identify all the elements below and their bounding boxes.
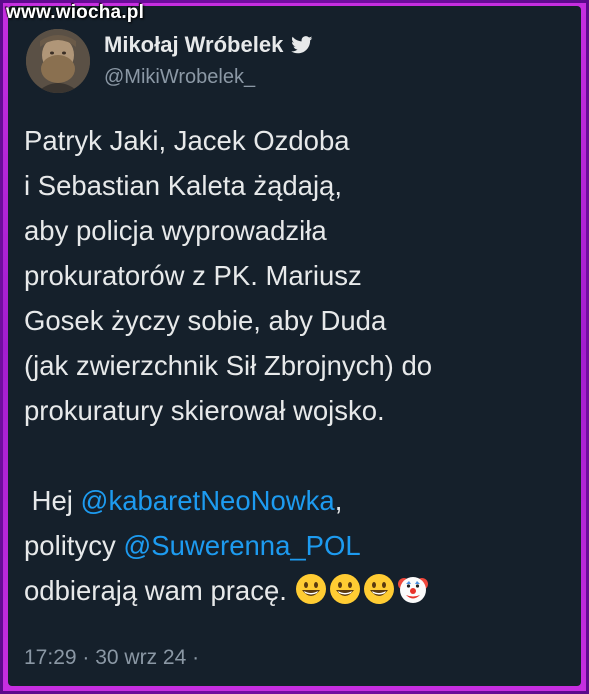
tweet-timestamp[interactable]: 17:29 · 30 wrz 24 ·	[24, 646, 199, 670]
tweet-line: (jak zwierzchnik Sił Zbrojnych) do	[24, 350, 433, 381]
avatar[interactable]	[26, 29, 90, 93]
tweet-body: Patryk Jaki, Jacek Ozdoba i Sebastian Ka…	[24, 118, 569, 613]
tweet-line: Gosek życzy sobie, aby Duda	[24, 305, 387, 336]
tweet-line: prokuratury skierował wojsko.	[24, 395, 385, 426]
grinning-face-emoji	[363, 574, 394, 604]
tweet-text-segment: ,	[334, 485, 343, 516]
site-watermark: www.wiocha.pl	[6, 2, 145, 23]
mention-link-kabaret[interactable]: @kabaretNeoNowka	[81, 485, 335, 516]
tweet-line: prokuratorów z PK. Mariusz	[24, 260, 362, 291]
grinning-face-emoji	[329, 574, 360, 604]
tweet-card: Mikołaj Wróbelek @MikiWrobelek_ Patryk J…	[8, 6, 581, 686]
grinning-face-emoji	[295, 574, 326, 604]
avatar-photo	[26, 29, 90, 93]
twitter-bird-icon	[291, 36, 313, 54]
mention-link-suwerenna[interactable]: @Suwerenna_POL	[123, 530, 360, 561]
tweet-line: aby policja wyprowadziła	[24, 215, 327, 246]
author-display-name-row[interactable]: Mikołaj Wróbelek	[104, 32, 313, 58]
tweet-line: Patryk Jaki, Jacek Ozdoba	[24, 125, 350, 156]
tweet-text-segment: odbierają wam pracę.	[24, 575, 295, 606]
tweet-line: i Sebastian Kaleta żądają,	[24, 170, 342, 201]
tweet-text-segment: politycy	[24, 530, 124, 561]
author-display-name[interactable]: Mikołaj Wróbelek	[104, 32, 283, 58]
tweet-text-segment: Hej	[24, 485, 81, 516]
clown-face-emoji	[397, 577, 428, 603]
author-handle[interactable]: @MikiWrobelek_	[104, 66, 255, 89]
